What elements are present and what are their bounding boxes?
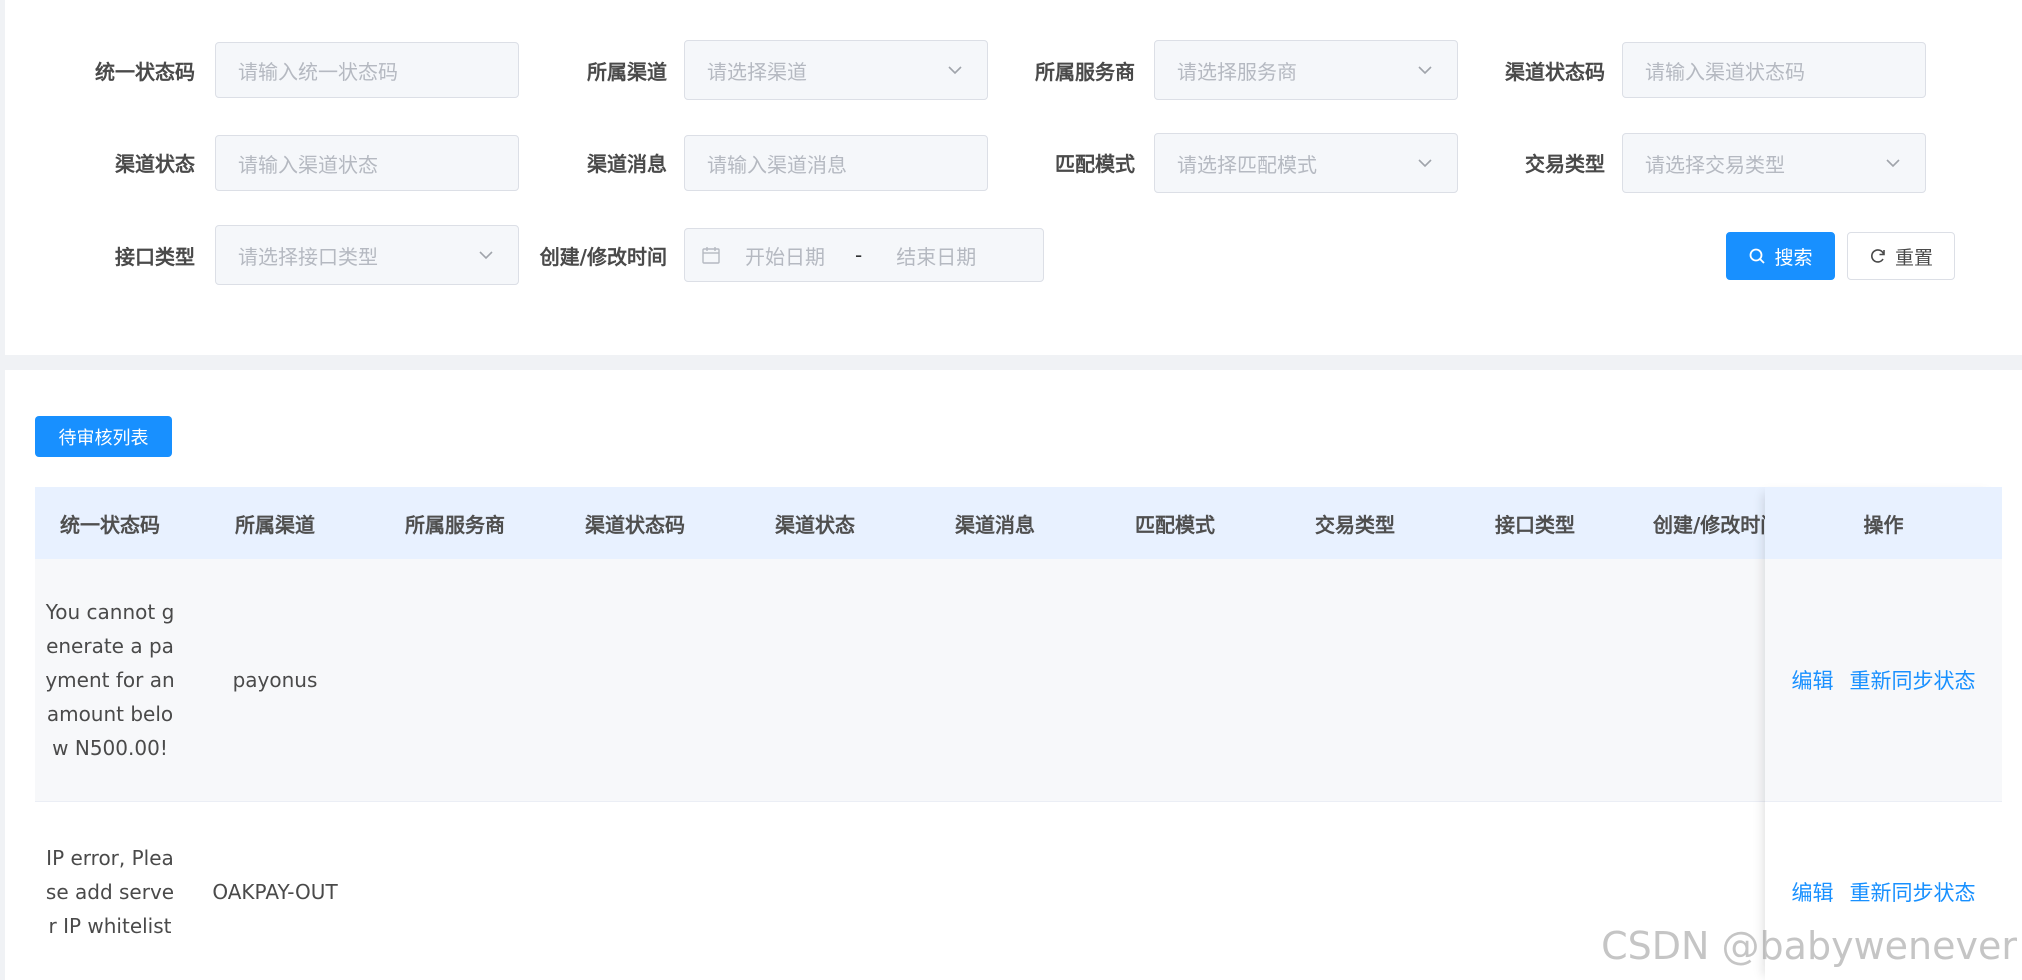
date-separator: -	[855, 243, 863, 267]
resync-status-link[interactable]: 重新同步状态	[1850, 877, 1976, 907]
label-unified-code: 统一状态码	[95, 60, 195, 84]
csdn-watermark: CSDN @babywenever	[1601, 924, 2017, 968]
chevron-down-icon	[1418, 66, 1432, 75]
cell-unified-code: IP error, Please add server IP whitelist	[45, 845, 175, 938]
label-created-time: 创建/修改时间	[539, 245, 667, 269]
start-date-input[interactable]: 开始日期	[745, 241, 825, 270]
chevron-down-icon	[479, 251, 493, 260]
channel-status-input[interactable]: 请输入渠道状态	[215, 135, 519, 191]
unified-code-input[interactable]: 请输入统一状态码	[215, 42, 519, 98]
search-panel: 统一状态码 请输入统一状态码 所属渠道 请选择渠道 所属服务商 请选择服务商 渠…	[5, 0, 2022, 355]
col-header-trade-type: 交易类型	[1315, 512, 1395, 537]
table-panel: 待审核列表 统一状态码 所属渠道 所属服务商 渠道状态码 渠道状态 渠道消息 匹…	[5, 370, 2022, 980]
date-range-picker[interactable]: 开始日期 - 结束日期	[684, 228, 1044, 282]
calendar-icon	[702, 247, 720, 264]
reset-button[interactable]: 重置	[1847, 232, 1955, 280]
label-provider: 所属服务商	[1035, 60, 1135, 84]
chevron-down-icon	[1886, 159, 1900, 168]
cell-channel: OAKPAY-OUT	[212, 879, 338, 904]
label-channel-status: 渠道状态	[115, 152, 195, 176]
channel-select[interactable]: 请选择渠道	[684, 40, 988, 100]
cell-unified-code: You cannot generate a payment for an amo…	[45, 600, 175, 760]
page-root: 统一状态码 请输入统一状态码 所属渠道 请选择渠道 所属服务商 请选择服务商 渠…	[0, 0, 2022, 980]
label-channel-code: 渠道状态码	[1505, 60, 1605, 84]
label-trade-type: 交易类型	[1525, 152, 1605, 176]
provider-select[interactable]: 请选择服务商	[1154, 40, 1458, 100]
label-channel-message: 渠道消息	[587, 152, 667, 176]
reset-button-label: 重置	[1894, 246, 1933, 269]
col-header-channel: 所属渠道	[235, 512, 315, 537]
resync-status-link[interactable]: 重新同步状态	[1850, 665, 1976, 695]
search-button-label: 搜索	[1774, 246, 1813, 269]
end-date-input[interactable]: 结束日期	[896, 241, 976, 270]
col-header-channel-status: 渠道状态	[775, 512, 855, 537]
col-header-match-mode: 匹配模式	[1135, 512, 1215, 537]
match-mode-select[interactable]: 请选择匹配模式	[1154, 133, 1458, 193]
label-match-mode: 匹配模式	[1055, 152, 1135, 176]
operations-cell: 编辑 重新同步状态	[1765, 559, 2002, 802]
refresh-icon	[1871, 249, 1885, 263]
col-header-provider: 所属服务商	[405, 512, 505, 537]
interface-type-select[interactable]: 请选择接口类型	[215, 225, 519, 285]
search-icon	[1750, 248, 1766, 264]
table-row: You cannot generate a payment for an amo…	[35, 559, 2002, 802]
channel-code-input[interactable]: 请输入渠道状态码	[1622, 42, 1926, 98]
pending-review-button[interactable]: 待审核列表	[35, 416, 172, 457]
channel-message-input[interactable]: 请输入渠道消息	[684, 135, 988, 191]
label-channel: 所属渠道	[587, 60, 667, 84]
chevron-down-icon	[1418, 159, 1432, 168]
label-interface-type: 接口类型	[115, 245, 195, 269]
col-header-created-time: 创建/修改时间	[1653, 512, 1765, 537]
col-header-unified-code: 统一状态码	[60, 512, 160, 537]
search-button[interactable]: 搜索	[1726, 232, 1835, 280]
trade-type-select[interactable]: 请选择交易类型	[1622, 133, 1926, 193]
chevron-down-icon	[948, 66, 962, 75]
edit-link[interactable]: 编辑	[1792, 877, 1834, 907]
col-header-operations: 操作	[1765, 487, 2002, 559]
operations-column: 操作 编辑 重新同步状态 编辑 重新同步状态	[1765, 487, 2002, 980]
col-header-interface-type: 接口类型	[1495, 512, 1575, 537]
col-header-channel-code: 渠道状态码	[585, 512, 685, 537]
edit-link[interactable]: 编辑	[1792, 665, 1834, 695]
col-header-channel-message: 渠道消息	[955, 512, 1035, 537]
cell-channel: payonus	[232, 668, 318, 692]
table-header: 统一状态码 所属渠道 所属服务商 渠道状态码 渠道状态 渠道消息 匹配模式 交易…	[35, 487, 2002, 559]
